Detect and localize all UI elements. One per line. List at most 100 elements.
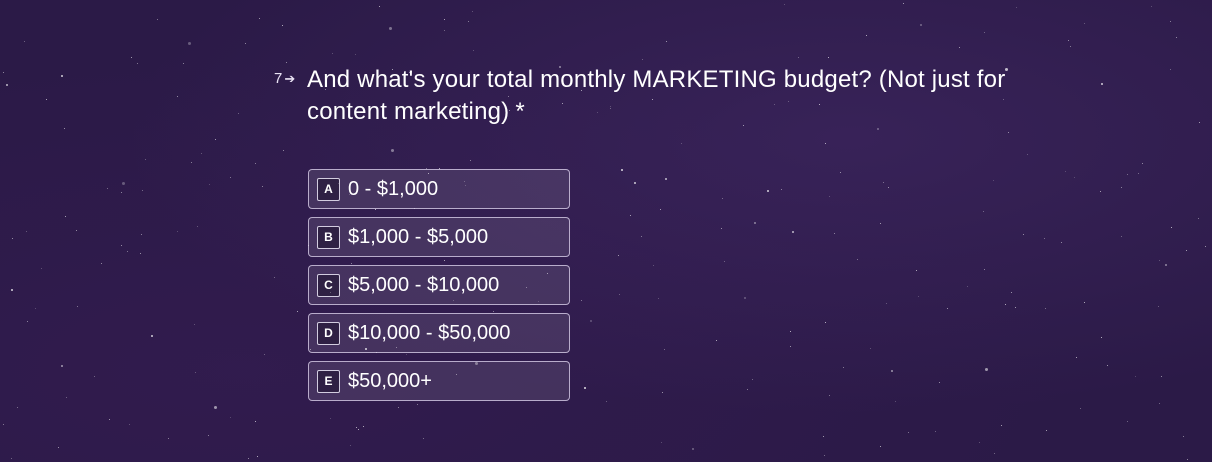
required-mark: * [515,98,525,125]
star-dot [664,349,665,350]
star-dot [194,324,195,325]
star-dot [330,418,331,419]
star-dot [66,397,67,398]
star-dot [191,162,192,163]
star-dot [145,159,146,160]
star-dot [790,331,791,332]
star-dot [642,59,643,60]
choice-label: 0 - $1,000 [348,177,439,200]
star-dot [888,187,889,188]
star-dot [65,216,66,217]
star-dot [619,294,620,295]
star-dot [967,286,968,287]
star-dot [58,447,59,448]
star-dot [121,245,122,246]
choice-key-badge: C [317,273,340,297]
star-dot [214,406,217,409]
star-dot [1005,304,1006,305]
star-dot [721,228,722,229]
choice-label: $10,000 - $50,000 [348,321,511,344]
star-dot [767,190,769,192]
choice-option-c[interactable]: C $5,000 - $10,000 [308,265,570,305]
star-dot [1001,425,1002,426]
star-dot [621,169,623,171]
star-dot [472,11,473,12]
star-dot [1142,163,1143,164]
star-dot [61,365,63,367]
star-dot [3,424,4,425]
star-dot [168,438,169,439]
star-dot [101,263,102,264]
star-dot [903,3,904,4]
star-dot [142,190,143,191]
star-dot [140,253,141,254]
star-dot [1008,132,1009,133]
star-dot [1127,174,1128,175]
star-dot [262,186,263,187]
star-dot [1138,173,1139,174]
star-dot [1151,6,1152,7]
star-dot [724,261,725,262]
star-dot [798,57,799,58]
star-dot [11,458,12,459]
star-dot [984,32,985,33]
star-dot [122,182,125,185]
choice-key-badge: B [317,225,340,249]
star-dot [1183,436,1184,437]
star-dot [208,435,209,436]
star-dot [825,322,826,323]
star-dot [1135,376,1136,377]
star-dot [877,128,879,130]
star-dot [17,407,18,408]
star-dot [356,427,357,428]
star-dot [77,306,78,307]
star-dot [1046,430,1047,431]
question-label: And what's your total monthly MARKETING … [307,66,1006,125]
star-dot [1107,365,1108,366]
star-dot [61,75,63,77]
star-dot [1198,218,1199,219]
star-dot [46,99,47,100]
star-dot [1011,292,1012,293]
star-dot [41,268,42,269]
star-dot [752,379,753,380]
star-dot [6,84,8,86]
star-dot [1027,154,1028,155]
star-dot [1187,459,1188,460]
star-dot [355,54,356,55]
star-dot [197,226,198,227]
star-dot [3,72,4,73]
star-dot [473,50,474,51]
star-dot [230,177,231,178]
star-dot [1205,246,1206,247]
star-dot [985,368,988,371]
star-dot [1127,421,1128,422]
star-dot [829,395,830,396]
star-dot [784,4,785,5]
star-dot [151,335,153,337]
choice-key-badge: E [317,369,340,393]
star-dot [230,417,231,418]
choice-option-d[interactable]: D $10,000 - $50,000 [308,313,570,353]
star-dot [141,234,142,235]
star-dot [662,392,663,393]
star-dot [195,372,196,373]
star-dot [1080,408,1081,409]
choice-option-a[interactable]: A 0 - $1,000 [308,169,570,209]
star-dot [828,57,829,58]
star-dot [1121,236,1122,237]
choice-option-e[interactable]: E $50,000+ [308,361,570,401]
star-dot [825,143,826,144]
star-dot [297,311,298,312]
star-dot [886,303,887,304]
star-dot [722,198,723,199]
question-number: 7 ➔ [274,70,295,87]
star-dot [177,231,178,232]
star-dot [26,231,27,232]
star-dot [641,236,642,237]
star-dot [606,401,607,402]
star-dot [790,346,791,347]
star-dot [255,421,256,422]
choice-option-b[interactable]: B $1,000 - $5,000 [308,217,570,257]
star-dot [1170,69,1171,70]
